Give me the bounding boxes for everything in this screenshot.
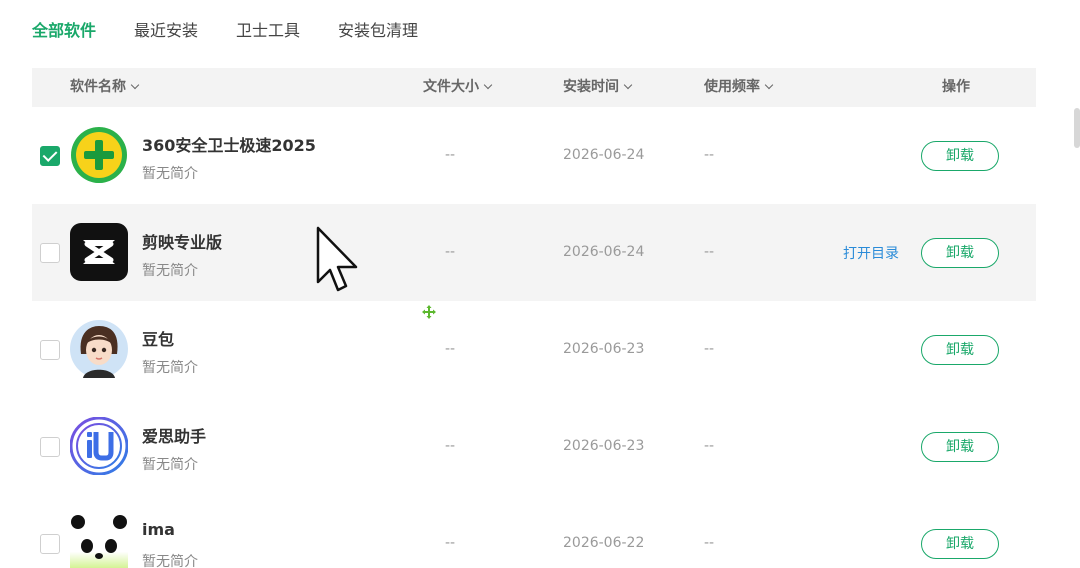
app-description: 暂无简介	[142, 360, 198, 376]
uninstall-button[interactable]: 卸载	[921, 141, 999, 171]
app-size: --	[445, 438, 456, 454]
table-row: 爱思助手 暂无简介 -- 2026-06-23 -- 卸载	[32, 398, 1036, 495]
software-manager: 全部软件 最近安装 卫士工具 安装包清理 软件名称 文件大小 安装时间 使用频率…	[0, 0, 1080, 568]
column-header-frequency[interactable]: 使用频率	[704, 68, 774, 107]
table-row: 360安全卫士极速2025 暂无简介 -- 2026-06-24 -- 卸载	[32, 107, 1036, 204]
install-date: 2026-06-23	[563, 341, 645, 357]
360-security-icon	[70, 126, 128, 184]
app-name: 剪映专业版	[142, 233, 223, 252]
column-header-size[interactable]: 文件大小	[423, 68, 493, 107]
uninstall-button[interactable]: 卸载	[921, 238, 999, 268]
app-size: --	[445, 244, 456, 260]
column-header-actions: 操作	[942, 79, 970, 95]
capcut-icon	[70, 223, 128, 281]
doubao-icon	[70, 320, 128, 378]
usage-frequency: --	[704, 147, 715, 163]
move-icon	[421, 304, 437, 320]
chevron-down-icon	[623, 80, 633, 90]
app-name: 爱思助手	[142, 427, 207, 446]
install-date: 2026-06-24	[563, 147, 645, 163]
app-description: 暂无简介	[142, 457, 198, 473]
uninstall-button[interactable]: 卸载	[921, 529, 999, 559]
column-header-name[interactable]: 软件名称	[70, 68, 140, 107]
uninstall-button[interactable]: 卸载	[921, 335, 999, 365]
row-checkbox[interactable]	[40, 534, 60, 554]
usage-frequency: --	[704, 535, 715, 551]
uninstall-button[interactable]: 卸载	[921, 432, 999, 462]
app-name: 豆包	[142, 330, 175, 349]
app-size: --	[445, 147, 456, 163]
i4-assistant-icon	[69, 416, 129, 476]
app-size: --	[445, 535, 456, 551]
scrollbar[interactable]	[1074, 108, 1080, 148]
usage-frequency: --	[704, 438, 715, 454]
row-checkbox[interactable]	[40, 146, 60, 166]
app-description: 暂无简介	[142, 554, 198, 568]
category-tabs: 全部软件 最近安装 卫士工具 安装包清理	[32, 16, 456, 42]
open-directory-link[interactable]: 打开目录	[843, 243, 899, 263]
app-name: 360安全卫士极速2025	[142, 136, 316, 155]
app-description: 暂无简介	[142, 263, 198, 279]
chevron-down-icon	[483, 80, 493, 90]
row-checkbox[interactable]	[40, 243, 60, 263]
ima-panda-icon	[70, 514, 128, 568]
column-header-install-time[interactable]: 安装时间	[563, 68, 633, 107]
chevron-down-icon	[764, 80, 774, 90]
install-date: 2026-06-24	[563, 244, 645, 260]
tab-package-cleanup[interactable]: 安装包清理	[338, 17, 418, 41]
tab-recently-installed[interactable]: 最近安装	[134, 17, 198, 41]
app-description: 暂无简介	[142, 166, 198, 182]
usage-frequency: --	[704, 244, 715, 260]
install-date: 2026-06-22	[563, 535, 645, 551]
chevron-down-icon	[130, 80, 140, 90]
usage-frequency: --	[704, 341, 715, 357]
table-row: 豆包 暂无简介 -- 2026-06-23 -- 卸载	[32, 301, 1036, 398]
app-size: --	[445, 341, 456, 357]
install-date: 2026-06-23	[563, 438, 645, 454]
tab-guard-tools[interactable]: 卫士工具	[236, 17, 300, 41]
table-row: 剪映专业版 暂无简介 -- 2026-06-24 -- 打开目录 卸载	[32, 204, 1036, 301]
app-name: ima	[142, 520, 175, 539]
tab-all-software[interactable]: 全部软件	[32, 17, 96, 41]
row-checkbox[interactable]	[40, 340, 60, 360]
table-header: 软件名称 文件大小 安装时间 使用频率 操作	[32, 68, 1036, 107]
table-row: ima 暂无简介 -- 2026-06-22 -- 卸载	[32, 495, 1036, 568]
row-checkbox[interactable]	[40, 437, 60, 457]
